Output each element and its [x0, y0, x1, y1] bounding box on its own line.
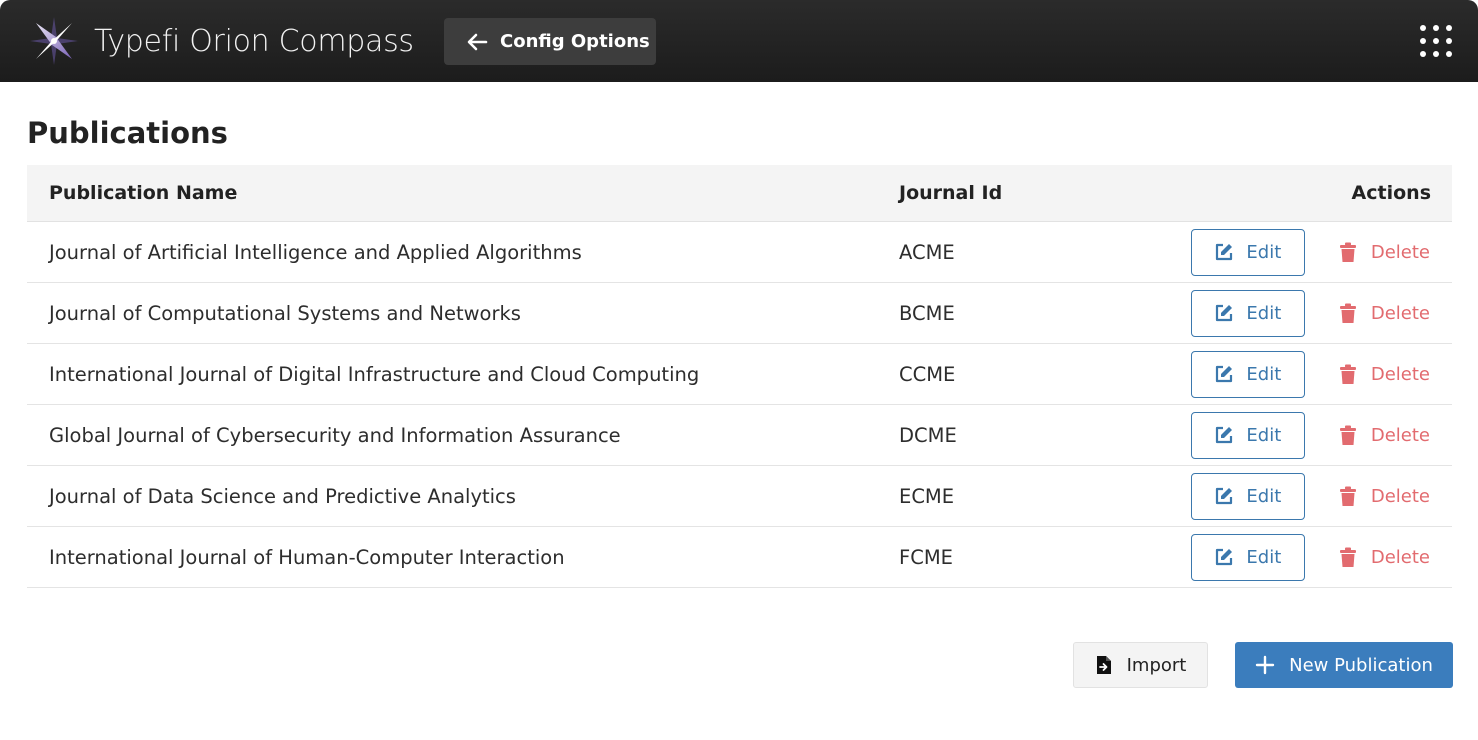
config-options-label: Config Options — [500, 31, 650, 52]
table-row: Journal of Computational Systems and Net… — [27, 283, 1452, 344]
edit-label: Edit — [1246, 363, 1282, 385]
app-name: Typefi Orion Compass — [94, 23, 414, 59]
compass-star-logo — [30, 17, 78, 65]
delete-label: Delete — [1370, 546, 1430, 568]
journal-id: DCME — [899, 423, 957, 447]
delete-label: Delete — [1370, 302, 1430, 324]
row-actions: Edit Delete — [1159, 228, 1452, 276]
edit-button[interactable]: Edit — [1190, 411, 1305, 459]
file-import-icon — [1096, 656, 1111, 674]
trash-icon — [1339, 425, 1356, 445]
edit-button[interactable]: Edit — [1190, 472, 1305, 520]
edit-label: Edit — [1246, 546, 1282, 568]
column-header-name: Publication Name — [49, 182, 238, 204]
new-publication-label: New Publication — [1289, 654, 1433, 676]
edit-label: Edit — [1246, 424, 1282, 446]
delete-button[interactable]: Delete — [1339, 425, 1430, 446]
publication-name: Journal of Computational Systems and Net… — [49, 301, 521, 325]
row-actions: Edit Delete — [1159, 533, 1452, 581]
trash-icon — [1339, 547, 1356, 567]
column-header-actions: Actions — [1351, 182, 1431, 204]
config-options-button[interactable]: Config Options — [444, 18, 656, 65]
delete-button[interactable]: Delete — [1339, 547, 1430, 568]
edit-button[interactable]: Edit — [1190, 228, 1305, 276]
new-publication-button[interactable]: New Publication — [1235, 642, 1453, 688]
main-content: Publications Publication Name Journal Id… — [0, 116, 1478, 588]
delete-label: Delete — [1370, 485, 1430, 507]
table-row: Global Journal of Cybersecurity and Info… — [27, 405, 1452, 466]
table-body: Journal of Artificial Intelligence and A… — [27, 222, 1452, 588]
page-title: Publications — [27, 116, 228, 150]
edit-icon — [1216, 426, 1233, 444]
trash-icon — [1339, 486, 1356, 506]
edit-icon — [1216, 243, 1233, 261]
table-row: International Journal of Human-Computer … — [27, 527, 1452, 588]
delete-button[interactable]: Delete — [1339, 486, 1430, 507]
trash-icon — [1339, 242, 1356, 262]
publication-name: Journal of Artificial Intelligence and A… — [49, 240, 582, 264]
edit-label: Edit — [1246, 485, 1282, 507]
trash-icon — [1339, 364, 1356, 384]
delete-button[interactable]: Delete — [1339, 303, 1430, 324]
edit-label: Edit — [1246, 302, 1282, 324]
table-header: Publication Name Journal Id Actions — [27, 165, 1452, 222]
top-bar: Typefi Orion Compass Config Options — [0, 0, 1478, 82]
brand[interactable]: Typefi Orion Compass — [28, 15, 414, 67]
publications-table: Publication Name Journal Id Actions Jour… — [27, 165, 1452, 588]
publication-name: Global Journal of Cybersecurity and Info… — [49, 423, 621, 447]
publication-name: International Journal of Human-Computer … — [49, 545, 565, 569]
row-actions: Edit Delete — [1159, 350, 1452, 398]
footer-actions: Import New Publication — [1073, 642, 1453, 688]
edit-icon — [1216, 304, 1233, 322]
edit-button[interactable]: Edit — [1190, 533, 1305, 581]
edit-icon — [1216, 365, 1233, 383]
app-window: Typefi Orion Compass Config Options Publ… — [0, 0, 1478, 740]
delete-label: Delete — [1370, 363, 1430, 385]
delete-label: Delete — [1370, 424, 1430, 446]
delete-button[interactable]: Delete — [1339, 242, 1430, 263]
journal-id: ECME — [899, 484, 955, 508]
table-row: International Journal of Digital Infrast… — [27, 344, 1452, 405]
table-row: Journal of Artificial Intelligence and A… — [27, 222, 1452, 283]
edit-label: Edit — [1246, 241, 1282, 263]
journal-id: CCME — [899, 362, 956, 386]
edit-button[interactable]: Edit — [1190, 289, 1305, 337]
import-label: Import — [1126, 654, 1187, 676]
row-actions: Edit Delete — [1159, 289, 1452, 337]
import-button[interactable]: Import — [1073, 642, 1208, 688]
journal-id: ACME — [899, 240, 955, 264]
row-actions: Edit Delete — [1159, 411, 1452, 459]
trash-icon — [1339, 303, 1356, 323]
row-actions: Edit Delete — [1159, 472, 1452, 520]
delete-label: Delete — [1370, 241, 1430, 263]
apps-grid-icon[interactable] — [1420, 25, 1452, 57]
edit-icon — [1216, 487, 1233, 505]
edit-button[interactable]: Edit — [1190, 350, 1305, 398]
table-row: Journal of Data Science and Predictive A… — [27, 466, 1452, 527]
plus-icon — [1255, 655, 1275, 675]
arrow-left-icon — [467, 33, 488, 50]
delete-button[interactable]: Delete — [1339, 364, 1430, 385]
publication-name: Journal of Data Science and Predictive A… — [49, 484, 516, 508]
edit-icon — [1216, 548, 1233, 566]
journal-id: BCME — [899, 301, 955, 325]
publication-name: International Journal of Digital Infrast… — [49, 362, 700, 386]
journal-id: FCME — [899, 545, 953, 569]
column-header-journal-id: Journal Id — [899, 182, 1003, 204]
